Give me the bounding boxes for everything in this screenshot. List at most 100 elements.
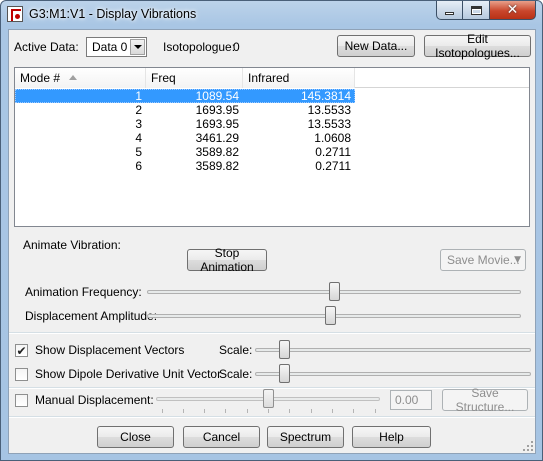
table-row[interactable]: 5 3589.82 0.2711 bbox=[15, 145, 355, 159]
slider-tick bbox=[289, 409, 290, 413]
animation-frequency-label: Animation Frequency: bbox=[25, 285, 142, 299]
save-movie-label: Save Movie... bbox=[447, 253, 520, 267]
caption-buttons: ✕ bbox=[436, 1, 536, 20]
vectors-scale-slider[interactable] bbox=[255, 339, 531, 361]
animate-vibration-label: Animate Vibration: bbox=[23, 238, 121, 252]
slider-tick bbox=[162, 409, 163, 413]
active-data-value: Data 0 bbox=[92, 40, 128, 54]
slider-track bbox=[255, 348, 531, 352]
displacement-amplitude-slider[interactable] bbox=[147, 305, 521, 327]
table-cell-freq: 3589.82 bbox=[195, 159, 239, 173]
stop-animation-button[interactable]: Stop Animation bbox=[187, 246, 267, 274]
spectrum-button[interactable]: Spectrum bbox=[267, 426, 344, 448]
slider-thumb bbox=[263, 389, 274, 408]
slider-tick bbox=[204, 409, 205, 413]
chevron-down-icon[interactable] bbox=[130, 39, 145, 55]
title-bar[interactable]: G3:M1:V1 - Display Vibrations ✕ bbox=[1, 1, 542, 28]
table-row[interactable]: 4 3461.29 1.0608 bbox=[15, 131, 355, 145]
minimize-icon bbox=[445, 11, 454, 15]
slider-tick bbox=[311, 409, 312, 413]
manual-displacement-value: 0.00 bbox=[390, 390, 432, 410]
show-displacement-vectors-checkbox[interactable]: ✔ bbox=[15, 344, 28, 357]
column-header-infrared[interactable]: Infrared bbox=[243, 68, 355, 88]
table-cell-mode: 6 bbox=[135, 159, 142, 173]
table-cell-ir: 0.2711 bbox=[315, 159, 351, 173]
table-cell-ir: 1.0608 bbox=[314, 131, 351, 145]
save-structure-button: Save Structure... bbox=[442, 386, 528, 414]
active-data-dropdown[interactable]: Data 0 bbox=[86, 37, 147, 57]
animation-frequency-slider[interactable] bbox=[147, 281, 521, 303]
table-row[interactable]: 3 1693.95 13.5533 bbox=[15, 117, 355, 131]
maximize-button[interactable] bbox=[463, 1, 490, 20]
maximize-icon bbox=[470, 5, 482, 15]
table-cell-freq: 1693.95 bbox=[195, 117, 239, 131]
new-data-button[interactable]: New Data... bbox=[337, 35, 415, 57]
table-cell-mode: 5 bbox=[135, 145, 142, 159]
table-cell-ir: 13.5533 bbox=[307, 117, 351, 131]
table-cell-freq: 1693.95 bbox=[195, 103, 239, 117]
manual-displacement-checkbox[interactable] bbox=[15, 394, 28, 407]
column-header-mode-label: Mode # bbox=[20, 71, 61, 85]
dropdown-arrow-icon: ▼ bbox=[514, 255, 521, 265]
slider-tick bbox=[375, 409, 376, 413]
isotopologue-label: Isotopologue: bbox=[163, 40, 236, 54]
slider-tick bbox=[183, 409, 184, 413]
checkmark-icon: ✔ bbox=[16, 343, 27, 358]
active-data-label: Active Data: bbox=[14, 40, 79, 54]
table-cell-ir: 145.3814 bbox=[300, 89, 351, 103]
table-row[interactable]: 2 1693.95 13.5533 bbox=[15, 103, 355, 117]
vectors-scale-label: Scale: bbox=[219, 343, 253, 357]
vibration-modes-table[interactable]: Mode # Freq Infrared 1 1089.54 145.3814 2 16… bbox=[14, 67, 530, 227]
gaussview-app-icon bbox=[7, 6, 23, 22]
column-header-mode[interactable]: Mode # bbox=[15, 68, 146, 88]
slider-ticks bbox=[156, 409, 380, 414]
slider-tick bbox=[332, 409, 333, 413]
table-cell-freq: 3589.82 bbox=[195, 145, 239, 159]
table-cell-freq: 1089.54 bbox=[195, 89, 239, 103]
show-displacement-vectors-label[interactable]: Show Displacement Vectors bbox=[35, 343, 184, 357]
minimize-button[interactable] bbox=[436, 1, 463, 20]
dialog-window: G3:M1:V1 - Display Vibrations ✕ Active D… bbox=[0, 0, 543, 461]
manual-displacement-slider bbox=[156, 388, 380, 413]
slider-track bbox=[255, 372, 531, 376]
slider-thumb[interactable] bbox=[279, 340, 290, 359]
slider-tick bbox=[353, 409, 354, 413]
close-icon: ✕ bbox=[506, 2, 519, 18]
column-header-freq[interactable]: Freq bbox=[146, 68, 243, 88]
table-cell-mode: 2 bbox=[135, 103, 142, 117]
window-title: G3:M1:V1 - Display Vibrations bbox=[29, 7, 197, 21]
isotopologue-value: 0 bbox=[233, 40, 240, 54]
close-button[interactable]: Close bbox=[97, 426, 174, 448]
table-cell-ir: 13.5533 bbox=[307, 103, 351, 117]
dialog-client-area: Active Data: Data 0 Isotopologue: 0 New … bbox=[8, 29, 536, 454]
manual-displacement-label[interactable]: Manual Displacement: bbox=[35, 393, 154, 407]
displacement-amplitude-label: Displacement Amplitude: bbox=[25, 309, 158, 323]
table-cell-mode: 3 bbox=[135, 117, 142, 131]
dipole-scale-slider[interactable] bbox=[255, 363, 531, 385]
resize-grip-icon[interactable] bbox=[521, 439, 533, 451]
show-dipole-derivative-label[interactable]: Show Dipole Derivative Unit Vector bbox=[35, 367, 221, 381]
table-cell-mode: 4 bbox=[135, 131, 142, 145]
dipole-scale-label: Scale: bbox=[219, 367, 253, 381]
table-cell-ir: 0.2711 bbox=[315, 145, 351, 159]
edit-isotopologues-button[interactable]: Edit Isotopologues... bbox=[424, 32, 531, 60]
slider-tick bbox=[247, 409, 248, 413]
table-row[interactable]: 6 3589.82 0.2711 bbox=[15, 159, 355, 173]
table-cell-mode: 1 bbox=[135, 89, 142, 103]
cancel-button[interactable]: Cancel bbox=[183, 426, 260, 448]
table-row[interactable]: 1 1089.54 145.3814 bbox=[15, 89, 355, 103]
slider-tick bbox=[268, 409, 269, 413]
close-window-button[interactable]: ✕ bbox=[490, 1, 536, 20]
show-dipole-derivative-checkbox[interactable] bbox=[15, 368, 28, 381]
table-header: Mode # Freq Infrared bbox=[15, 68, 529, 88]
slider-tick bbox=[225, 409, 226, 413]
slider-thumb[interactable] bbox=[279, 364, 290, 383]
slider-thumb[interactable] bbox=[325, 306, 336, 325]
table-cell-freq: 3461.29 bbox=[195, 131, 239, 145]
help-button[interactable]: Help bbox=[352, 426, 431, 448]
slider-thumb[interactable] bbox=[329, 282, 340, 301]
sort-ascending-icon bbox=[69, 75, 77, 80]
group-divider bbox=[9, 416, 535, 418]
save-movie-button: Save Movie... ▼ bbox=[440, 249, 526, 271]
group-divider bbox=[9, 332, 535, 334]
